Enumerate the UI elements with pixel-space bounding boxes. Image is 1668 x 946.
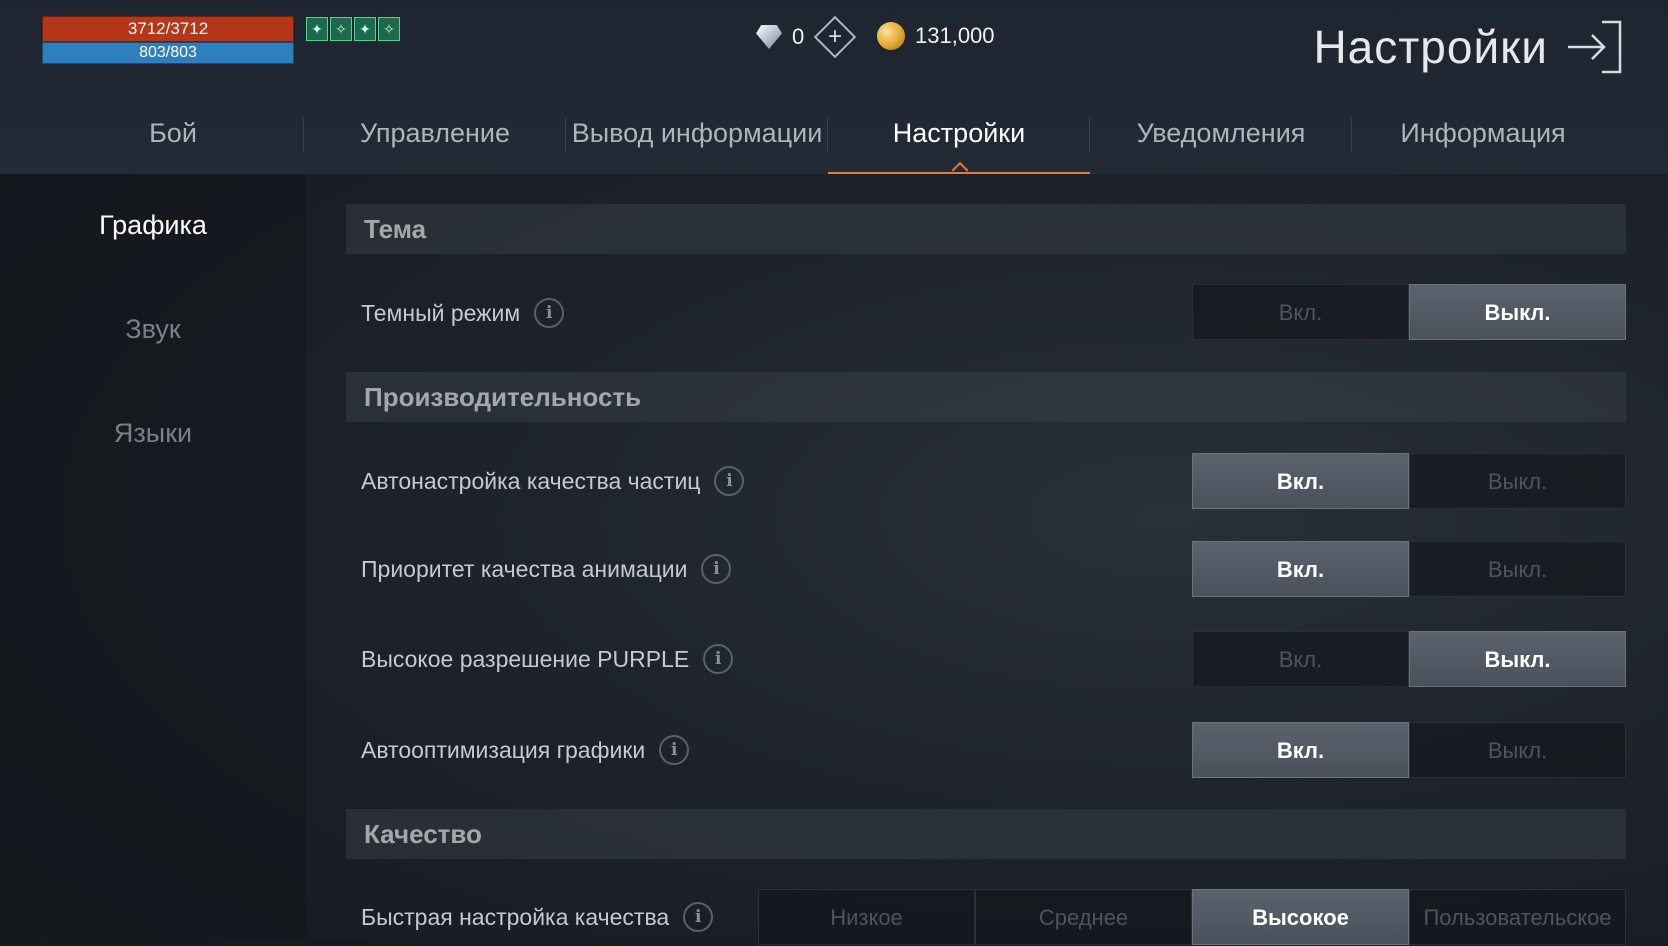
quality-medium-button[interactable]: Среднее [975, 889, 1192, 945]
hp-bar: 3712/3712 [42, 16, 294, 42]
dark-mode-toggle: Вкл. Выкл. [1192, 284, 1626, 340]
sidebar-item-sound[interactable]: Звук [0, 314, 306, 345]
buff-icon: ✦ [306, 17, 328, 41]
setting-label: Темный режим [361, 299, 521, 326]
tab-settings[interactable]: Настройки [828, 112, 1090, 179]
animation-priority-off-button[interactable]: Выкл. [1409, 541, 1626, 597]
buff-icons: ✦ ✧ ✦ ✧ [306, 17, 400, 41]
setting-label: Высокое разрешение PURPLE [361, 645, 690, 672]
buff-icon: ✧ [330, 17, 352, 41]
exit-button[interactable] [1564, 18, 1626, 76]
animation-priority-on-button[interactable]: Вкл. [1192, 541, 1409, 597]
gem-icon [756, 25, 782, 49]
info-icon[interactable]: i [659, 735, 690, 765]
mp-bar: 803/803 [42, 42, 294, 64]
add-gems-button[interactable]: + [814, 15, 857, 59]
gold-count: 131,000 [915, 23, 995, 48]
particle-quality-off-button[interactable]: Выкл. [1409, 453, 1626, 509]
info-icon[interactable]: i [534, 298, 565, 328]
setting-label: Приоритет качества анимации [361, 555, 688, 582]
settings-sidebar: Графика Звук Языки [0, 174, 306, 938]
quality-preset-selector: Низкое Среднее Высокое Пользовательское [758, 889, 1626, 945]
tab-label: Уведомления [1136, 118, 1306, 148]
section-header-theme: Тема [346, 204, 1626, 254]
tab-info-display[interactable]: Вывод информации [566, 112, 828, 174]
plus-icon: + [828, 23, 843, 50]
particle-quality-on-button[interactable]: Вкл. [1192, 453, 1409, 509]
info-icon[interactable]: i [701, 554, 732, 584]
setting-row-quality-preset: Быстрая настройка качества i [361, 902, 714, 932]
setting-label: Быстрая настройка качества [361, 903, 670, 930]
info-icon[interactable]: i [714, 466, 745, 496]
gold-currency: 131,000 [877, 22, 995, 50]
setting-row-auto-optimize: Автооптимизация графики i [361, 735, 690, 765]
high-res-purple-toggle: Вкл. Выкл. [1192, 631, 1626, 687]
section-header-performance: Производительность [346, 372, 1626, 422]
dark-mode-off-button[interactable]: Выкл. [1409, 284, 1626, 340]
main-tabs: Бой Управление Вывод информации Настройк… [42, 112, 1614, 179]
high-res-purple-on-button[interactable]: Вкл. [1192, 631, 1409, 687]
animation-priority-toggle: Вкл. Выкл. [1192, 541, 1626, 597]
tab-information[interactable]: Информация [1352, 112, 1614, 174]
quality-custom-button[interactable]: Пользовательское [1409, 889, 1626, 945]
setting-label: Автонастройка качества частиц [361, 467, 701, 494]
tab-label: Вывод информации [571, 118, 823, 148]
page-title: Настройки [1313, 21, 1548, 73]
setting-row-high-res-purple: Высокое разрешение PURPLE i [361, 644, 734, 674]
auto-optimize-off-button[interactable]: Выкл. [1409, 722, 1626, 778]
quality-low-button[interactable]: Низкое [758, 889, 975, 945]
gem-count: 0 [792, 24, 805, 49]
tab-controls[interactable]: Управление [304, 112, 566, 174]
info-icon[interactable]: i [703, 644, 734, 674]
tab-label: Бой [149, 118, 197, 148]
setting-label: Автооптимизация графики [361, 736, 646, 763]
particle-quality-toggle: Вкл. Выкл. [1192, 453, 1626, 509]
quality-high-button[interactable]: Высокое [1192, 889, 1409, 945]
tab-label: Настройки [892, 118, 1026, 148]
tab-combat[interactable]: Бой [42, 112, 304, 174]
info-icon[interactable]: i [683, 902, 714, 932]
dark-mode-on-button[interactable]: Вкл. [1192, 284, 1409, 340]
active-tab-caret-icon [951, 161, 969, 179]
tab-notifications[interactable]: Уведомления [1090, 112, 1352, 174]
buff-icon: ✧ [378, 17, 400, 41]
setting-row-particle-quality: Автонастройка качества частиц i [361, 466, 745, 496]
tab-label: Управление [359, 118, 511, 148]
section-header-quality: Качество [346, 809, 1626, 859]
sidebar-item-languages[interactable]: Языки [0, 418, 306, 449]
buff-icon: ✦ [354, 17, 376, 41]
sidebar-item-graphics[interactable]: Графика [0, 210, 306, 241]
auto-optimize-on-button[interactable]: Вкл. [1192, 722, 1409, 778]
gold-coin-icon [877, 22, 905, 50]
gem-currency: 0 + [756, 15, 857, 59]
setting-row-dark-mode: Темный режим i [361, 298, 565, 328]
setting-row-animation-priority: Приоритет качества анимации i [361, 554, 732, 584]
tab-label: Информация [1400, 118, 1566, 148]
auto-optimize-toggle: Вкл. Выкл. [1192, 722, 1626, 778]
high-res-purple-off-button[interactable]: Выкл. [1409, 631, 1626, 687]
